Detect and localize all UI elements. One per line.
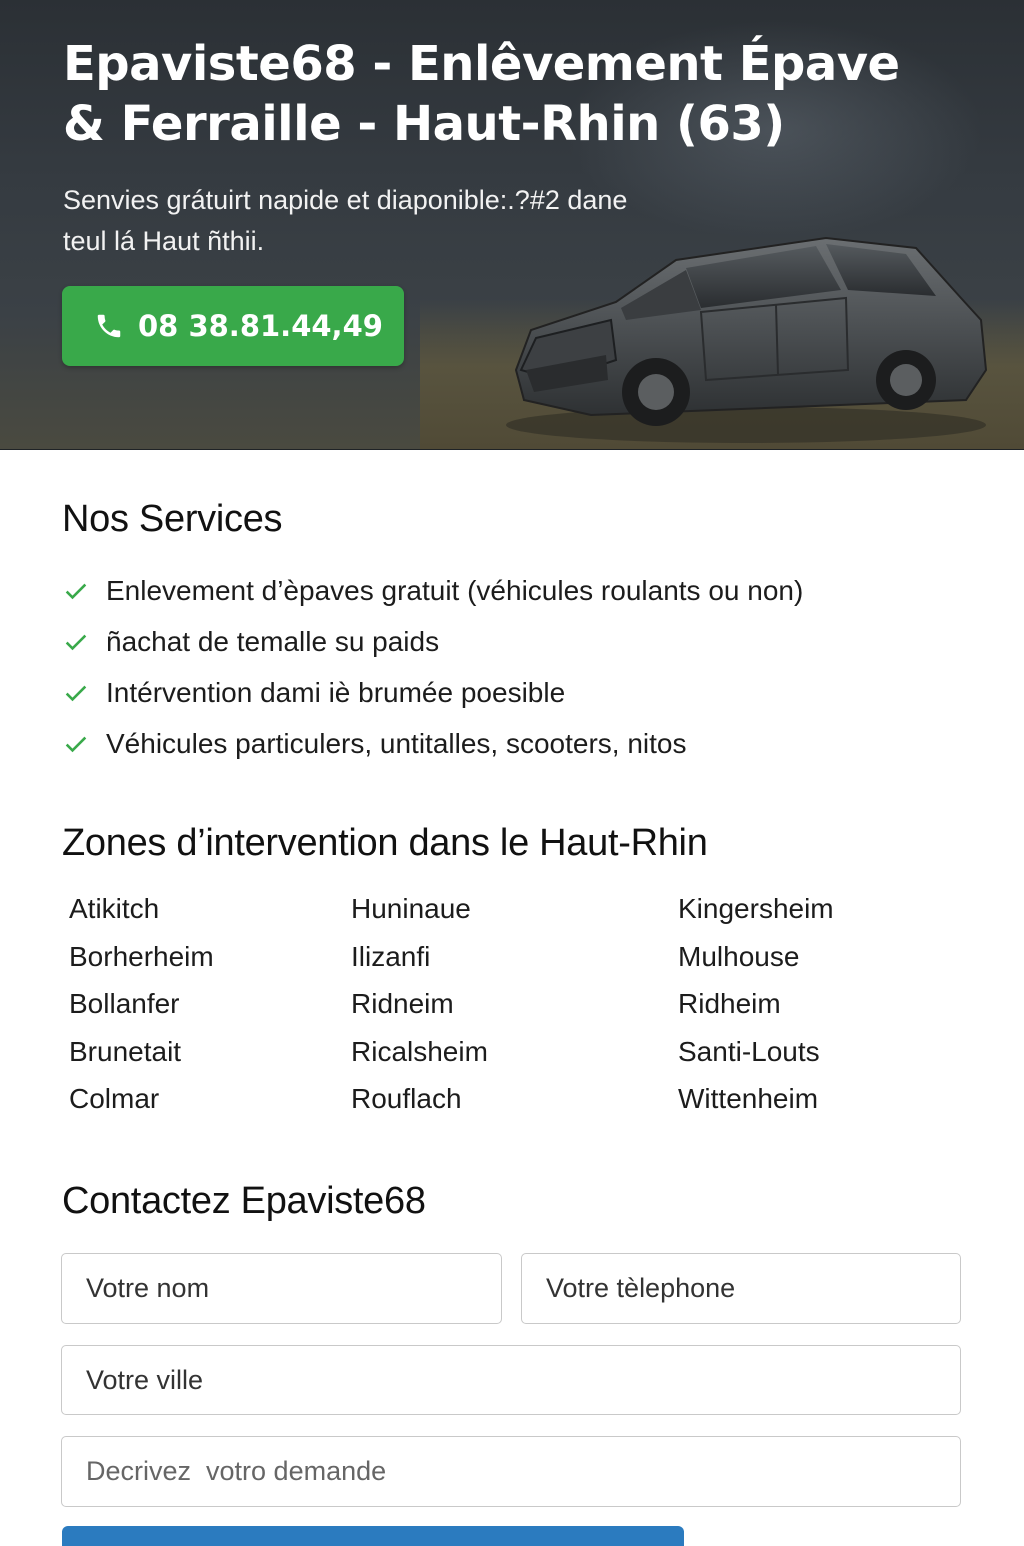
zone-item: Ricalsheim — [351, 1035, 488, 1067]
zone-item: Bollanfer — [69, 988, 180, 1019]
zone-item: Rouflach — [351, 1083, 462, 1114]
zone-item: Atikitch — [69, 893, 160, 924]
submit-button[interactable] — [62, 1526, 684, 1546]
zone-item: Borherheim — [69, 940, 214, 972]
call-phone-button[interactable]: 08 38.81.44,49 — [62, 286, 404, 366]
check-icon — [65, 736, 87, 752]
service-item: Intérvention dami iè brumée poesible — [62, 667, 803, 718]
city-input[interactable] — [61, 1345, 961, 1415]
zone-item: Ridheim — [678, 988, 781, 1019]
zone-item: Kingersheim — [678, 893, 834, 924]
service-item-label: Enlevement d’èpaves gratuit (véhicules r… — [106, 574, 804, 606]
zones-column-2: Huninaue Ilizanfi Ridneim Ricalsheim Rou… — [351, 885, 488, 1123]
zones-heading: Zones d’intervention dans le Haut-Rhin — [62, 822, 708, 864]
zone-item: Colmar — [69, 1083, 160, 1114]
service-item: ñachat de temalle su paids — [62, 616, 803, 667]
check-icon — [65, 583, 87, 599]
zones-column-1: Atikitch Borherheim Bollanfer Brunetait … — [69, 885, 214, 1123]
zone-item: Mulhouse — [678, 940, 800, 972]
page-title: Epaviste68 - Enlêvement Épave & Ferraill… — [63, 36, 900, 152]
phone-input[interactable] — [521, 1253, 961, 1324]
zone-item: Wittenheim — [678, 1083, 819, 1114]
service-item: Enlevement d’èpaves gratuit (véhicules r… — [62, 565, 803, 616]
services-list: Enlevement d’èpaves gratuit (véhicules r… — [62, 565, 803, 769]
hero-banner: Epaviste68 - Enlêvement Épave & Ferraill… — [0, 0, 1024, 450]
service-item: Véhicules particulers, untitalles, scoot… — [62, 718, 803, 769]
zone-item: Ilizanfi — [351, 940, 431, 972]
zones-column-3: Kingersheim Mulhouse Ridheim Santi-Louts… — [678, 885, 834, 1123]
zone-item: Ridneim — [351, 988, 454, 1019]
service-item-label: ñachat de temalle su paids — [106, 625, 440, 657]
message-input[interactable] — [61, 1436, 961, 1507]
hero-subtitle: Senvies grátuirt napide et diaponible:.?… — [63, 185, 628, 256]
contact-heading: Contactez Epaviste68 — [62, 1180, 426, 1222]
name-input[interactable] — [61, 1253, 502, 1324]
zone-item: Brunetait — [69, 1035, 182, 1067]
check-icon — [65, 685, 87, 701]
services-heading: Nos Services — [62, 498, 283, 540]
zone-item: Huninaue — [351, 893, 471, 924]
service-item-label: Intérvention dami iè brumée poesible — [106, 676, 566, 708]
phone-icon — [97, 314, 121, 338]
phone-number-label: 08 38.81.44,49 — [138, 309, 383, 343]
service-item-label: Véhicules particulers, untitalles, scoot… — [106, 727, 687, 759]
check-icon — [65, 634, 87, 650]
zone-item: Santi-Louts — [678, 1035, 820, 1067]
